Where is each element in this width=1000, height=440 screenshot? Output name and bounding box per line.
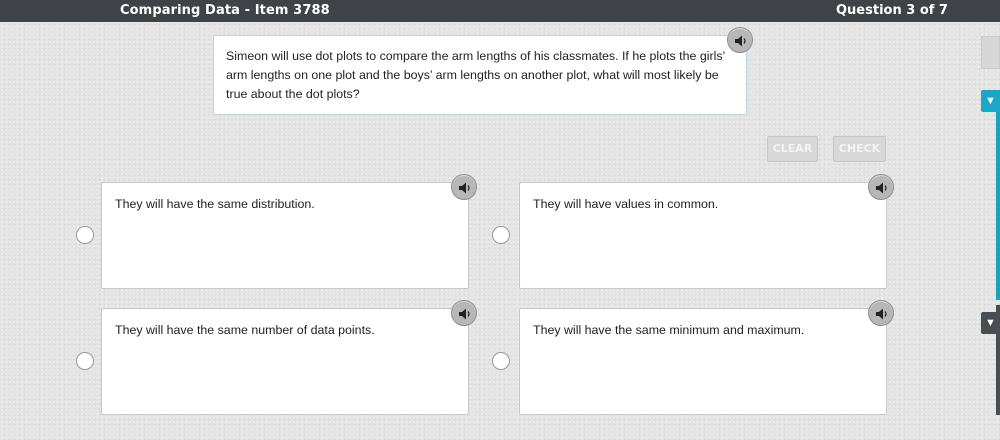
speaker-icon [735, 35, 746, 47]
triangle-down-icon: ▼ [985, 95, 996, 107]
top-bar: Comparing Data - Item 3788 Question 3 of… [0, 0, 1000, 22]
answer-text: They will have values in common. [533, 197, 719, 211]
question-prompt-box: Simeon will use dot plots to compare the… [213, 35, 747, 115]
answer-text: They will have the same number of data p… [115, 323, 375, 337]
answer-4-audio-button[interactable] [868, 300, 894, 326]
answer-option-2[interactable]: They will have values in common. [519, 182, 887, 289]
answer-radio-2[interactable] [492, 226, 510, 244]
speaker-icon [459, 308, 470, 320]
answer-3-audio-button[interactable] [451, 300, 477, 326]
answer-text: They will have the same minimum and maxi… [533, 323, 805, 337]
triangle-down-icon: ▼ [985, 317, 996, 329]
side-panel-expand-tab[interactable]: ▼ [981, 90, 1000, 112]
side-panel-collapse-tab[interactable]: ▼ [981, 312, 1000, 334]
side-panel-tab[interactable] [981, 36, 1000, 69]
answer-radio-3[interactable] [76, 352, 94, 370]
answer-1-audio-button[interactable] [451, 174, 477, 200]
activity-title: Comparing Data - Item 3788 [120, 3, 330, 18]
clear-button[interactable]: CLEAR [767, 136, 818, 162]
check-button[interactable]: CHECK [833, 136, 886, 162]
answer-option-3[interactable]: They will have the same number of data p… [101, 308, 469, 415]
answer-option-4[interactable]: They will have the same minimum and maxi… [519, 308, 887, 415]
question-text: Simeon will use dot plots to compare the… [226, 49, 725, 101]
answer-radio-1[interactable] [76, 226, 94, 244]
side-panel-accent-strip [996, 90, 1000, 300]
question-counter: Question 3 of 7 [836, 3, 948, 18]
answer-2-audio-button[interactable] [868, 174, 894, 200]
speaker-icon [876, 308, 887, 320]
speaker-icon [876, 182, 887, 194]
answer-text: They will have the same distribution. [115, 197, 315, 211]
answer-option-1[interactable]: They will have the same distribution. [101, 182, 469, 289]
question-audio-button[interactable] [727, 27, 753, 53]
speaker-icon [459, 182, 470, 194]
answer-radio-4[interactable] [492, 352, 510, 370]
